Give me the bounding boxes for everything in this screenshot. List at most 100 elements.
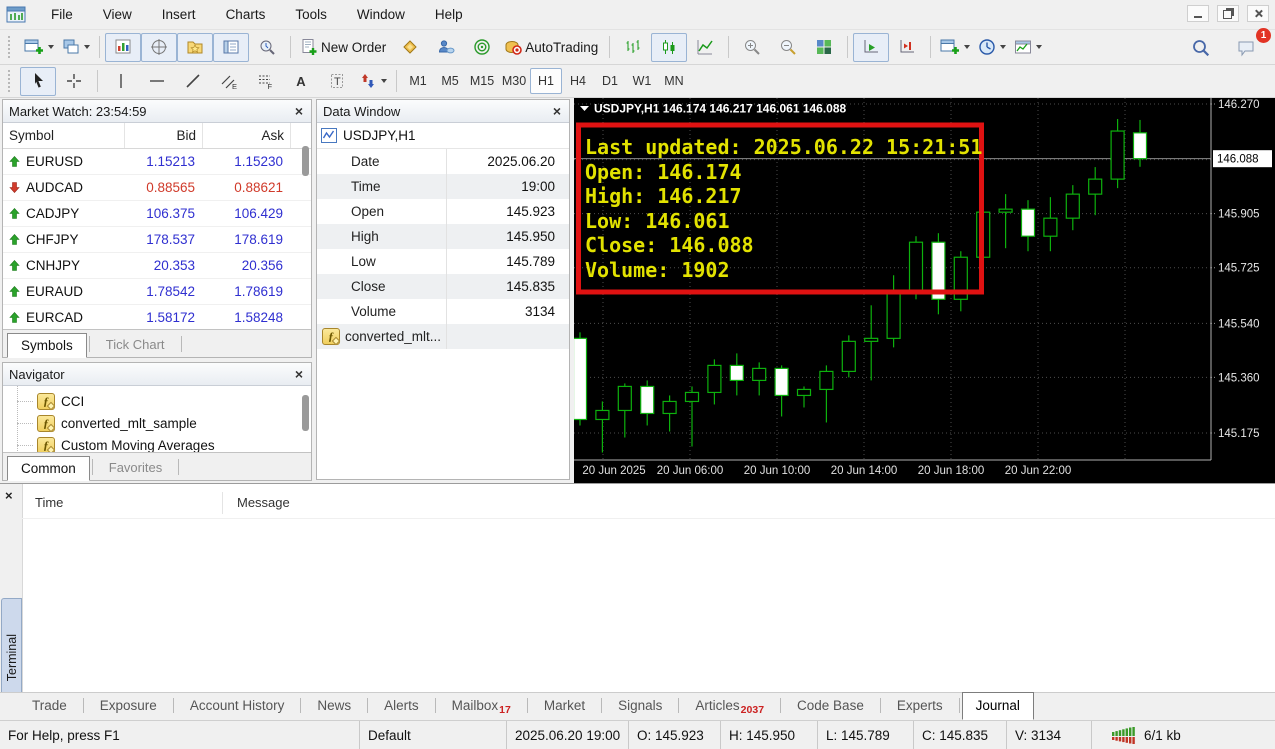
- column-message[interactable]: Message: [237, 495, 290, 510]
- tab-news[interactable]: News: [303, 692, 365, 720]
- column-time[interactable]: Time: [35, 495, 63, 510]
- navigator-scrollbar[interactable]: [302, 395, 309, 431]
- menu-charts[interactable]: Charts: [211, 0, 281, 30]
- timeframe-m5[interactable]: M5: [434, 68, 466, 94]
- new-order-button[interactable]: New Order: [296, 33, 392, 62]
- tab-common[interactable]: Common: [7, 456, 90, 481]
- menu-window[interactable]: Window: [342, 0, 420, 30]
- trendline-tool[interactable]: [175, 67, 211, 96]
- tile-windows-button[interactable]: [806, 33, 842, 62]
- table-row-euraud[interactable]: EURAUD 1.78542 1.78619: [3, 279, 311, 305]
- table-row-eurusd[interactable]: EURUSD 1.15213 1.15230: [3, 149, 311, 175]
- navigator-toggle[interactable]: [177, 32, 213, 62]
- status-open: O: 145.923: [629, 721, 721, 749]
- terminal-close-icon[interactable]: ×: [5, 488, 13, 503]
- navigator-close-icon[interactable]: ×: [293, 367, 305, 381]
- restore-button[interactable]: [1217, 5, 1239, 22]
- timeframe-h4[interactable]: H4: [562, 68, 594, 94]
- network-status-icon: [1112, 726, 1138, 744]
- web-terminal-button[interactable]: [464, 33, 500, 62]
- market-watch-scrollbar[interactable]: [302, 146, 309, 176]
- cursor-tool[interactable]: [20, 66, 56, 96]
- timeframe-m1[interactable]: M1: [402, 68, 434, 94]
- svg-text:145.360: 145.360: [1218, 372, 1260, 384]
- close-button[interactable]: [1247, 5, 1269, 22]
- table-row-audcad[interactable]: AUDCAD 0.88565 0.88621: [3, 175, 311, 201]
- timeframe-m15[interactable]: M15: [466, 68, 498, 94]
- tab-tick-chart[interactable]: Tick Chart: [92, 332, 179, 357]
- table-row-chfjpy[interactable]: CHFJPY 178.537 178.619: [3, 227, 311, 253]
- arrows-tool[interactable]: [355, 67, 391, 96]
- tab-code-base[interactable]: Code Base: [783, 692, 878, 720]
- tab-exposure[interactable]: Exposure: [86, 692, 171, 720]
- tree-item-cci[interactable]: ƒ CCI: [3, 390, 311, 412]
- new-chart-button[interactable]: [20, 33, 58, 62]
- menu-tools[interactable]: Tools: [280, 0, 342, 30]
- tab-experts[interactable]: Experts: [883, 692, 957, 720]
- tab-journal[interactable]: Journal: [961, 692, 1034, 720]
- auto-scroll-button[interactable]: [853, 32, 890, 62]
- horizontal-line-tool[interactable]: [139, 67, 175, 96]
- chart-shift-button[interactable]: [889, 33, 925, 62]
- data-row-high: High 145.950: [317, 224, 569, 249]
- equidistant-channel-tool[interactable]: E: [211, 67, 247, 96]
- market-watch-close-icon[interactable]: ×: [293, 104, 305, 118]
- menu-insert[interactable]: Insert: [147, 0, 211, 30]
- market-watch-toggle[interactable]: [105, 32, 141, 62]
- column-symbol[interactable]: Symbol: [3, 123, 125, 148]
- tab-mailbox[interactable]: Mailbox17: [438, 692, 525, 720]
- status-profile[interactable]: Default: [360, 721, 507, 749]
- text-label-tool[interactable]: T: [319, 67, 355, 96]
- menu-view[interactable]: View: [88, 0, 147, 30]
- fibonacci-tool[interactable]: F: [247, 67, 283, 96]
- periods-button[interactable]: [974, 33, 1010, 62]
- minimize-button[interactable]: [1187, 5, 1209, 22]
- data-window-close-icon[interactable]: ×: [551, 104, 563, 118]
- bar-chart-button[interactable]: [615, 33, 651, 62]
- data-window-toggle[interactable]: [141, 32, 177, 62]
- timeframe-h1[interactable]: H1: [530, 68, 562, 94]
- text-tool[interactable]: A: [283, 67, 319, 96]
- column-divider[interactable]: [222, 492, 223, 514]
- zoom-in-button[interactable]: [734, 33, 770, 62]
- timeframe-d1[interactable]: D1: [594, 68, 626, 94]
- vertical-line-tool[interactable]: [103, 67, 139, 96]
- profiles-button[interactable]: [58, 33, 94, 62]
- search-button[interactable]: [1183, 33, 1219, 62]
- tab-articles[interactable]: Articles2037: [681, 692, 778, 720]
- line-chart-button[interactable]: [687, 33, 723, 62]
- timeframe-m30[interactable]: M30: [498, 68, 530, 94]
- timeframe-w1[interactable]: W1: [626, 68, 658, 94]
- autotrading-button[interactable]: AutoTrading: [500, 33, 604, 62]
- tree-item-converted-mlt-sample[interactable]: ƒ converted_mlt_sample: [3, 412, 311, 434]
- tab-alerts[interactable]: Alerts: [370, 692, 433, 720]
- column-bid[interactable]: Bid: [125, 123, 203, 148]
- metaeditor-button[interactable]: [392, 33, 428, 62]
- tab-account-history[interactable]: Account History: [176, 692, 299, 720]
- indicators-button[interactable]: [936, 33, 974, 62]
- templates-button[interactable]: [1010, 33, 1046, 62]
- terminal-toggle[interactable]: [213, 32, 249, 62]
- tab-signals[interactable]: Signals: [604, 692, 676, 720]
- timeframe-mn[interactable]: MN: [658, 68, 690, 94]
- menu-file[interactable]: File: [36, 0, 88, 30]
- menu-help[interactable]: Help: [420, 0, 478, 30]
- chart-window[interactable]: 146.270 145.905 145.725 145.540 145.360 145.1…: [572, 98, 1275, 483]
- table-row-cadjpy[interactable]: CADJPY 106.375 106.429: [3, 201, 311, 227]
- column-ask[interactable]: Ask: [203, 123, 291, 148]
- strategy-tester-toggle[interactable]: [249, 33, 285, 62]
- crosshair-tool[interactable]: [56, 67, 92, 96]
- table-row-cnhjpy[interactable]: CNHJPY 20.353 20.356: [3, 253, 311, 279]
- table-row-eurcad[interactable]: EURCAD 1.58172 1.58248: [3, 305, 311, 331]
- notifications-button[interactable]: 1: [1229, 28, 1271, 62]
- community-button[interactable]: [428, 33, 464, 62]
- tree-item-custom-moving-averages[interactable]: ƒ Custom Moving Averages: [3, 434, 311, 453]
- bid-cell: 106.375: [146, 206, 195, 221]
- zoom-out-button[interactable]: [770, 33, 806, 62]
- tab-market[interactable]: Market: [530, 692, 599, 720]
- candlestick-chart-button[interactable]: [651, 32, 688, 62]
- tab-favorites[interactable]: Favorites: [95, 455, 176, 480]
- tab-symbols[interactable]: Symbols: [7, 333, 87, 358]
- tab-trade[interactable]: Trade: [18, 692, 81, 720]
- window-controls: [1187, 5, 1269, 22]
